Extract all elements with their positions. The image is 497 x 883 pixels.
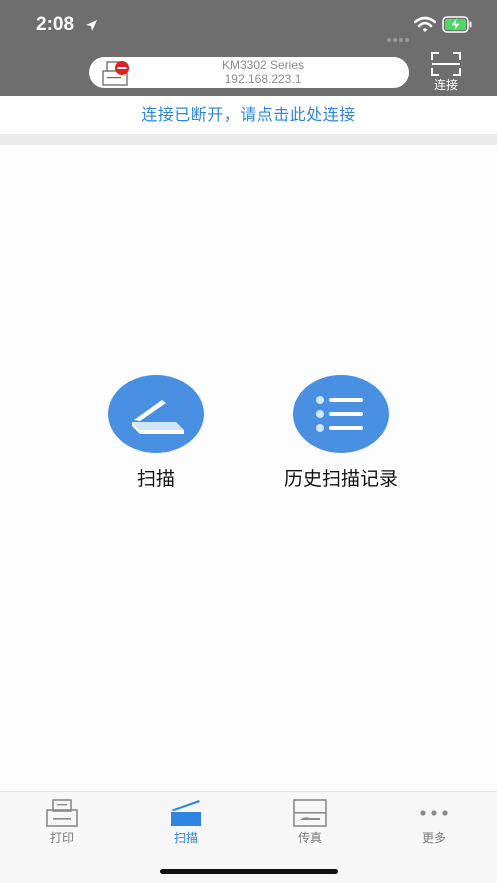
printer-icon <box>46 799 78 827</box>
wifi-icon <box>413 16 437 37</box>
top-header: 2:08 KM3302 Series 192.168.223.1 连接 <box>0 0 497 96</box>
connection-notice-text: 连接已断开，请点击此处连接 <box>141 105 356 124</box>
home-indicator[interactable] <box>160 869 338 874</box>
tab-print-label: 打印 <box>49 831 74 845</box>
tab-more[interactable]: 更多 <box>372 798 496 848</box>
connect-label: 连接 <box>433 78 458 92</box>
scanner-icon <box>171 800 201 826</box>
printer-ip: 192.168.223.1 <box>224 72 302 86</box>
signal-icon <box>386 28 410 47</box>
tab-scan[interactable]: 扫描 <box>124 798 248 848</box>
scan-action-circle[interactable] <box>108 375 204 453</box>
section-divider <box>0 134 497 145</box>
list-icon <box>316 396 363 432</box>
connect-button[interactable]: 连接 <box>426 51 466 93</box>
scan-frame-icon <box>431 52 461 76</box>
scan-history-action[interactable]: 历史扫描记录 <box>270 375 412 491</box>
status-bar: 2:08 <box>0 0 497 50</box>
scan-history-circle[interactable] <box>293 375 389 453</box>
scanner-icon <box>132 400 184 434</box>
more-dots-icon <box>420 810 448 816</box>
printer-selector[interactable]: KM3302 Series 192.168.223.1 <box>89 57 409 88</box>
tab-print[interactable]: 打印 <box>0 798 124 848</box>
tab-fax[interactable]: 传真 <box>248 798 372 848</box>
battery-charging-icon <box>442 16 473 37</box>
fax-icon <box>293 799 327 827</box>
location-arrow-icon <box>85 17 98 36</box>
scan-action-label: 扫描 <box>136 468 175 490</box>
printer-model: KM3302 Series <box>221 58 305 72</box>
scan-history-label: 历史扫描记录 <box>283 468 398 490</box>
connection-notice[interactable]: 连接已断开，请点击此处连接 <box>0 96 497 134</box>
status-time: 2:08 <box>36 14 75 35</box>
tab-fax-label: 传真 <box>297 831 322 845</box>
tab-scan-label: 扫描 <box>173 831 198 845</box>
tab-more-label: 更多 <box>421 831 446 845</box>
scan-action[interactable]: 扫描 <box>108 375 204 491</box>
